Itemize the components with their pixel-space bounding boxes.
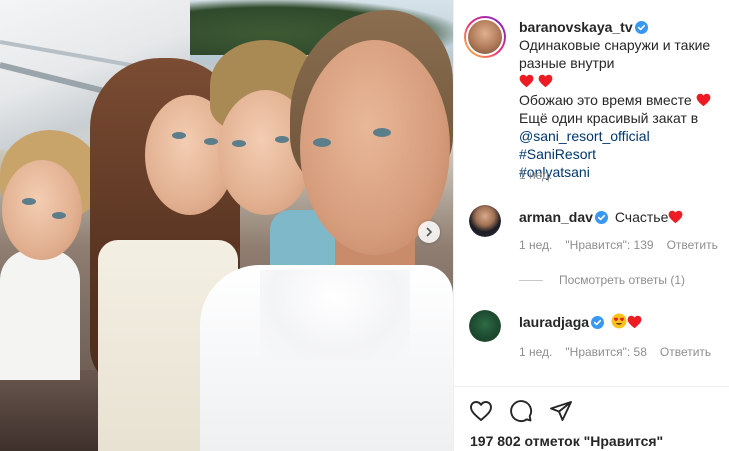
comment-time[interactable]: 1 нед. — [519, 238, 552, 252]
comment-text: arman_dav Счастье — [519, 205, 724, 237]
comment-likes[interactable]: "Нравится": 58 — [565, 345, 647, 359]
photo-eye — [172, 132, 186, 139]
replies-divider — [519, 279, 543, 281]
comment-item: arman_dav Счастье — [469, 205, 724, 237]
photo-eye — [52, 212, 66, 219]
comment-time[interactable]: 1 нед. — [519, 345, 552, 359]
likes-count[interactable]: 197 802 отметок "Нравится" — [470, 433, 663, 449]
caption-hearts — [519, 72, 729, 91]
post-caption: baranovskaya_tv Одинаковые снаружи и так… — [464, 16, 729, 181]
post-sidebar: baranovskaya_tv Одинаковые снаружи и так… — [453, 0, 729, 451]
photo-eye — [313, 138, 331, 147]
comment-body: Счастье — [614, 209, 669, 225]
caption-line: @sani_resort_official #SaniResort — [519, 127, 729, 163]
red-heart-icon — [519, 74, 534, 88]
mention-link[interactable]: @sani_resort_official — [519, 128, 650, 144]
carousel-next-button[interactable] — [418, 221, 440, 243]
caption-text: baranovskaya_tv Одинаковые снаружи и так… — [519, 18, 729, 181]
verified-badge-icon — [594, 211, 608, 224]
reply-button[interactable]: Ответить — [660, 345, 711, 359]
share-button[interactable] — [549, 399, 573, 423]
photo-eye — [373, 128, 391, 137]
comment-meta: 1 нед. "Нравится": 139 Ответить — [519, 238, 718, 252]
like-button[interactable] — [469, 399, 493, 423]
red-heart-icon — [696, 93, 710, 107]
caption-meta: 1 нед. — [519, 168, 552, 182]
paper-plane-icon — [550, 401, 572, 421]
author-username[interactable]: baranovskaya_tv — [519, 19, 633, 35]
photo-child-shirt — [0, 250, 80, 380]
red-heart-icon — [538, 74, 553, 88]
caption-line: Ещё один красивый закат в — [519, 110, 699, 126]
post-viewer: baranovskaya_tv Одинаковые снаружи и так… — [0, 0, 729, 451]
comment-bubble-icon — [510, 400, 533, 422]
heart-outline-icon — [470, 401, 492, 421]
photo-eye — [204, 138, 218, 145]
post-photo[interactable] — [0, 0, 453, 451]
caption-line: Обожаю это время вместе — [519, 91, 729, 109]
photo-eye — [22, 198, 36, 205]
view-replies-label: Посмотреть ответы (1) — [559, 273, 686, 287]
photo-eye — [275, 136, 289, 143]
photo-child-face — [2, 160, 82, 260]
post-actions-bar: 197 802 отметок "Нравится" — [454, 386, 729, 451]
caption-line: Одинаковые снаружи и такие разные внутри — [519, 37, 711, 71]
commenter-avatar[interactable] — [469, 310, 501, 342]
hashtag-link[interactable]: #SaniResort — [519, 146, 596, 162]
comment-meta: 1 нед. "Нравится": 58 Ответить — [519, 345, 711, 359]
comment-likes[interactable]: "Нравится": 139 — [565, 238, 653, 252]
caption-time[interactable]: 1 нед. — [519, 168, 552, 182]
verified-badge-icon — [591, 316, 605, 329]
red-heart-icon — [668, 210, 683, 224]
photo-woman-ruffle — [260, 270, 410, 360]
heart-eyes-emoji-icon — [611, 313, 627, 329]
red-heart-icon — [627, 315, 642, 329]
action-icons — [469, 399, 573, 423]
author-avatar[interactable] — [464, 16, 506, 58]
commenter-username[interactable]: arman_dav — [519, 209, 593, 225]
commenter-avatar[interactable] — [469, 205, 501, 237]
comment-button[interactable] — [509, 399, 533, 423]
reply-button[interactable]: Ответить — [667, 238, 718, 252]
comment-text: lauradjaga — [519, 310, 724, 342]
comment-item: lauradjaga — [469, 310, 724, 342]
commenter-username[interactable]: lauradjaga — [519, 314, 589, 330]
verified-badge-icon — [634, 21, 648, 34]
chevron-right-icon — [426, 227, 433, 237]
view-replies-button[interactable]: Посмотреть ответы (1) — [519, 273, 685, 287]
photo-eye — [232, 140, 246, 147]
